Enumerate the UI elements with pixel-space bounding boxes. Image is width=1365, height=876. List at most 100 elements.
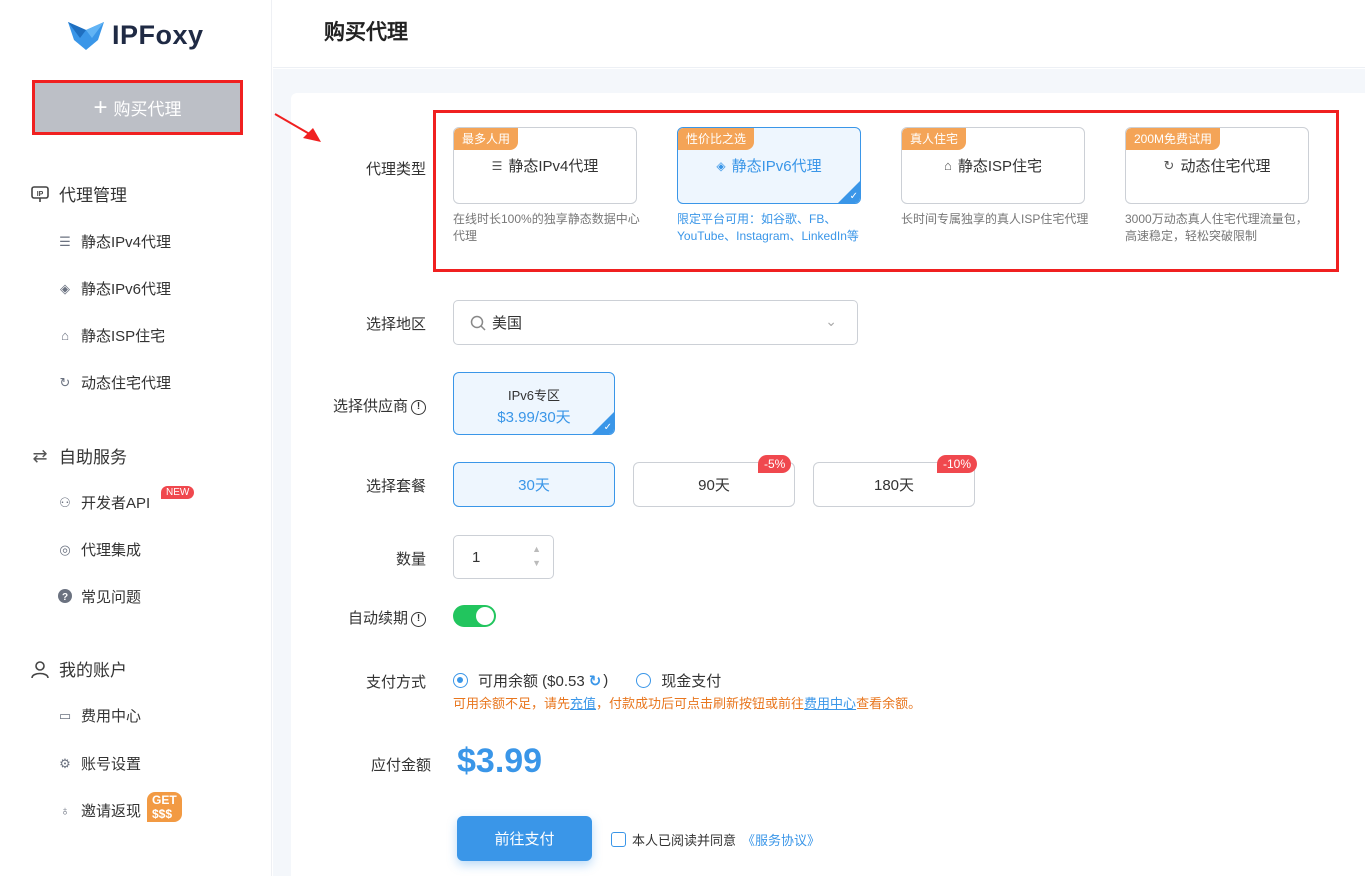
info-icon[interactable]: !	[411, 611, 426, 627]
supplier-name: IPv6专区	[507, 388, 560, 403]
supplier-price: $3.99/30天	[497, 409, 571, 426]
sidebar-item-label: 动态住宅代理	[81, 375, 172, 392]
plus-icon: +	[93, 93, 108, 121]
check-icon: ✓	[849, 191, 858, 202]
payment-options: 可用余额 ($0.53 ↻ ) 现金支付	[453, 670, 721, 691]
proxy-type-label: 代理类型	[365, 161, 426, 178]
buy-proxy-label: 购买代理	[113, 100, 182, 119]
type-desc: 长时间专属独享的真人ISP住宅代理	[901, 212, 1089, 226]
type-desc: 在线时长100%的独享静态数据中心代理	[453, 212, 640, 243]
sidebar-item-label: 静态ISP住宅	[81, 328, 166, 345]
sidebar-item-dynamic-residential[interactable]: ↻ 动态住宅代理	[57, 372, 171, 393]
sidebar-item-referral[interactable]: ♁ 邀请返现 GET $$$	[57, 792, 182, 822]
service-agreement-link[interactable]: 《服务协议》	[742, 830, 820, 849]
type-tag: 真人住宅	[902, 128, 967, 150]
plan-label-text: 180天	[873, 477, 915, 494]
balance-radio[interactable]	[453, 673, 468, 688]
sidebar-item-developer-api[interactable]: ⚇ 开发者API NEW	[57, 486, 195, 513]
type-card-label: 静态IPv6代理	[731, 158, 822, 175]
region-select[interactable]: 美国 ⌄	[453, 300, 858, 345]
stepper-arrows-icon[interactable]: ▲ ▼	[532, 542, 541, 570]
type-card-label: 动态住宅代理	[1180, 158, 1271, 175]
logo[interactable]: IPFoxy	[66, 18, 204, 52]
discount-badge: -5%	[758, 455, 792, 473]
supplier-label-text: 选择供应商	[332, 398, 408, 415]
amount-label: 应付金额	[370, 757, 431, 774]
gear-icon: ⚙	[59, 755, 71, 771]
sidebar-item-label: 开发者API	[81, 495, 151, 512]
nav-group-label: 自助服务	[59, 448, 127, 467]
nav-group-self-service[interactable]: ⇄ 自助服务	[30, 443, 127, 468]
sidebar-item-account-settings[interactable]: ⚙ 账号设置	[57, 753, 141, 774]
sidebar-item-faq[interactable]: ? 常见问题	[57, 586, 141, 607]
type-card-label: 静态ISP住宅	[957, 158, 1043, 175]
type-card-static-ipv6[interactable]: 性价比之选 ◈ 静态IPv6代理 ✓	[677, 127, 861, 204]
header: 购买代理	[273, 0, 1365, 68]
sidebar-item-static-isp[interactable]: ⌂ 静态ISP住宅	[57, 325, 165, 346]
pay-button[interactable]: 前往支付	[457, 816, 592, 861]
amount-value: $3.99	[457, 742, 543, 780]
auto-renew-label: 自动续期!	[286, 607, 426, 628]
sidebar-item-billing[interactable]: ▭ 费用中心	[57, 705, 141, 726]
type-tag: 性价比之选	[678, 128, 755, 150]
annotation-arrow-icon	[274, 113, 321, 142]
toggle-knob	[476, 607, 494, 625]
webhook-icon: ⚇	[59, 494, 71, 510]
new-badge: NEW	[161, 486, 195, 499]
note-text: 查看余额。	[856, 696, 922, 711]
sidebar-item-proxy-integration[interactable]: ◎ 代理集成	[57, 539, 141, 560]
type-card-dynamic-residential[interactable]: 200M免费试用 ↻ 动态住宅代理	[1125, 127, 1309, 204]
fox-logo-icon	[68, 22, 104, 50]
fingerprint-icon: ◎	[59, 541, 71, 557]
balance-option-end: )	[603, 672, 609, 689]
card-icon: ▭	[58, 707, 72, 723]
sidebar-item-label: 账号设置	[81, 756, 142, 773]
plan-30-days[interactable]: 30天	[453, 462, 615, 507]
question-icon: ?	[57, 588, 73, 605]
cash-option-label: 现金支付	[661, 673, 722, 690]
type-card-static-ipv4[interactable]: 最多人用 ☰ 静态IPv4代理	[453, 127, 637, 204]
buy-proxy-button[interactable]: + 购买代理	[32, 80, 243, 135]
type-card-label: 静态IPv4代理	[508, 158, 599, 175]
quantity-value: 1	[472, 548, 481, 566]
info-icon[interactable]: !	[411, 399, 426, 415]
user-icon	[30, 659, 50, 679]
cash-radio[interactable]	[636, 673, 652, 688]
page-title: 购买代理	[324, 21, 408, 44]
svg-text:IP: IP	[37, 191, 44, 198]
route-icon: ⇄	[32, 445, 48, 466]
type-desc: 3000万动态真人住宅代理流量包，高速稳定，轻松突破限制	[1125, 212, 1308, 243]
agreement: 本人已阅读并同意 《服务协议》	[611, 830, 820, 849]
server-icon: ☰	[59, 233, 71, 249]
auto-renew-toggle[interactable]	[453, 605, 496, 627]
sidebar-item-label: 静态IPv4代理	[81, 234, 172, 251]
sidebar-item-static-ipv4[interactable]: ☰ 静态IPv4代理	[57, 231, 171, 252]
logo-text: IPFoxy	[112, 19, 204, 50]
billing-center-link[interactable]: 费用中心	[804, 696, 856, 711]
home-icon: ⌂	[61, 327, 69, 343]
auto-renew-text: 自动续期	[347, 610, 408, 627]
nav-group-label: 我的账户	[59, 661, 127, 680]
recharge-link[interactable]: 充值	[570, 696, 596, 711]
refresh-icon[interactable]: ↻	[589, 672, 602, 690]
note-text: 可用余额不足，请先	[453, 696, 571, 711]
cycle-icon: ↻	[59, 374, 71, 390]
nav-group-label: 代理管理	[59, 186, 127, 205]
type-card-static-isp[interactable]: 真人住宅 ⌂ 静态ISP住宅	[901, 127, 1085, 204]
sidebar-item-label: 代理集成	[81, 542, 142, 559]
quantity-stepper[interactable]: 1 ▲ ▼	[453, 535, 554, 579]
sidebar-item-label: 静态IPv6代理	[81, 281, 172, 298]
sidebar-item-static-ipv6[interactable]: ◈ 静态IPv6代理	[57, 278, 171, 299]
plan-label: 选择套餐	[365, 478, 426, 495]
note-text: ，付款成功后可点击刷新按钮或前往	[596, 696, 805, 711]
sidebar-item-label: 费用中心	[81, 708, 142, 725]
chevron-down-icon: ⌄	[825, 313, 837, 329]
sidebar-item-label: 邀请返现	[81, 803, 142, 820]
nav-group-proxy-management[interactable]: IP 代理管理	[30, 181, 127, 206]
quantity-label: 数量	[395, 551, 426, 568]
nav-group-my-account[interactable]: 我的账户	[30, 656, 127, 681]
supplier-card-ipv6[interactable]: IPv6专区 $3.99/30天 ✓	[453, 372, 615, 435]
agree-checkbox[interactable]	[611, 832, 626, 847]
type-desc: 限定平台可用：如谷歌、FB、YouTube、Instagram、LinkedIn…	[677, 212, 859, 243]
check-icon: ✓	[603, 422, 612, 433]
